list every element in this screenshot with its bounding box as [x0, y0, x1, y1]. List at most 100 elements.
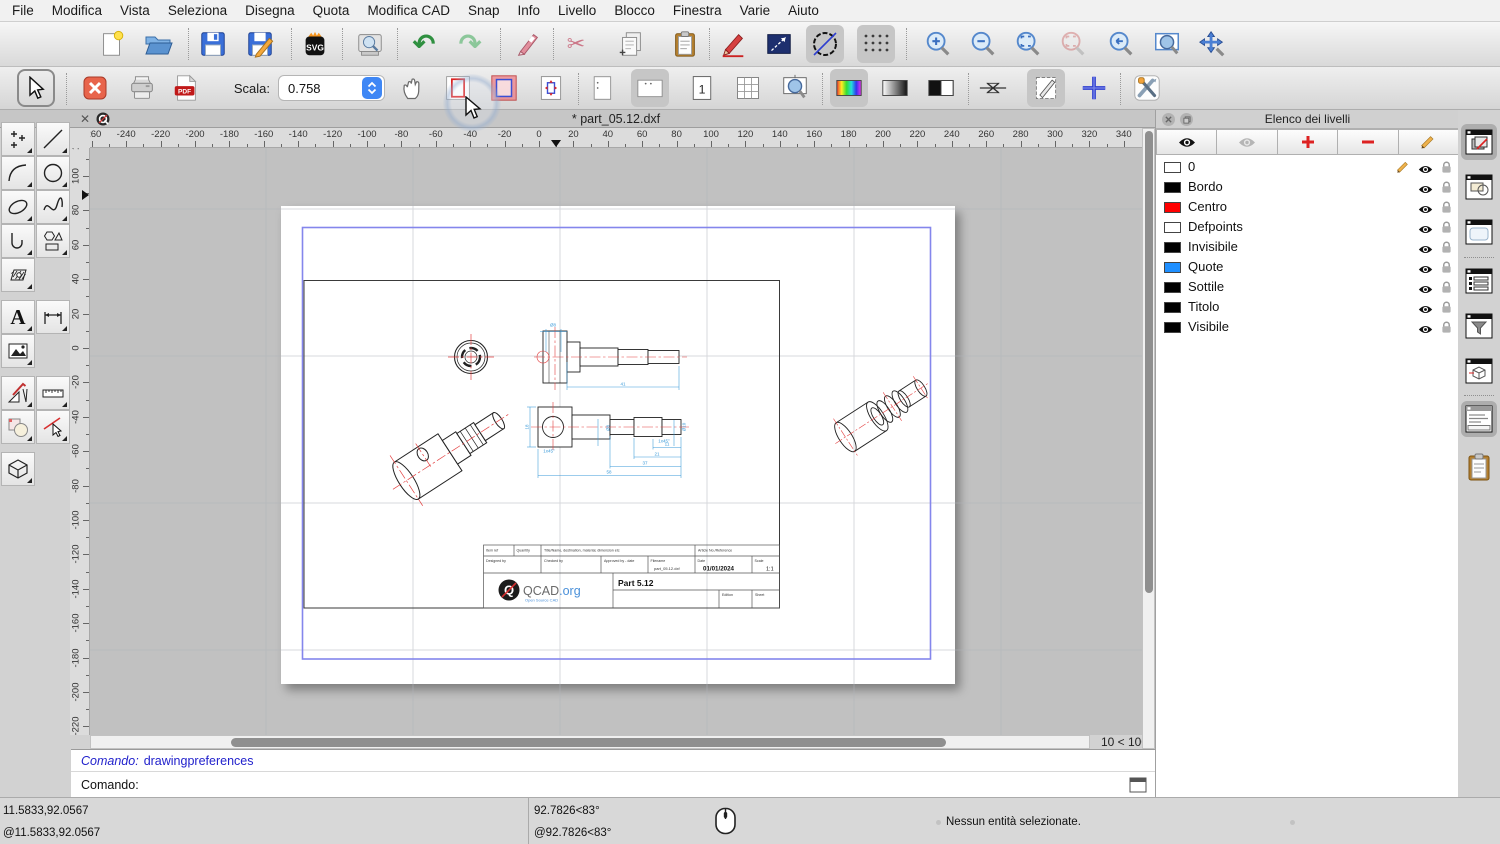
- add-layer-button[interactable]: [1277, 129, 1339, 155]
- layer-row-defpoints[interactable]: Defpoints: [1156, 217, 1459, 237]
- layer-panel-toggle[interactable]: [1461, 124, 1497, 160]
- clipboard-panel-toggle[interactable]: [1461, 449, 1497, 485]
- paper-outline-toggle-button[interactable]: [439, 69, 477, 107]
- library-panel-toggle[interactable]: [1461, 353, 1497, 389]
- menu-item-disegna[interactable]: Disegna: [236, 3, 304, 18]
- zoom-to-page-button[interactable]: [776, 69, 814, 107]
- undo-button[interactable]: ↶: [405, 25, 443, 63]
- auto-fit-drawing-button[interactable]: [532, 69, 570, 107]
- layer-row-titolo[interactable]: Titolo: [1156, 297, 1459, 317]
- layer-lock-icon[interactable]: [1441, 320, 1452, 339]
- menu-item-info[interactable]: Info: [509, 3, 550, 18]
- menu-item-vista[interactable]: Vista: [111, 3, 159, 18]
- print-button[interactable]: [123, 69, 161, 107]
- open-document-button[interactable]: [139, 25, 177, 63]
- zoom-out-button[interactable]: [964, 25, 1002, 63]
- drafting-mode-button[interactable]: [1027, 69, 1065, 107]
- horizontal-scrollbar-thumb[interactable]: [231, 738, 946, 747]
- boolean-tool-button[interactable]: [1, 410, 35, 444]
- blackwhite-mode-button[interactable]: [922, 69, 960, 107]
- copy-button[interactable]: [612, 25, 650, 63]
- zoom-in-button[interactable]: [919, 25, 957, 63]
- ellipse-tool-button[interactable]: [1, 190, 35, 224]
- menu-item-modifica[interactable]: Modifica: [43, 3, 111, 18]
- zoom-selection-button[interactable]: [1054, 25, 1092, 63]
- document-tab-title[interactable]: * part_05.12.dxf: [90, 112, 1142, 126]
- svg-export-button[interactable]: SVG: [296, 25, 334, 63]
- menu-item-varie[interactable]: Varie: [731, 3, 780, 18]
- full-color-mode-button[interactable]: [830, 69, 868, 107]
- menu-item-blocco[interactable]: Blocco: [605, 3, 664, 18]
- circle-tool-button[interactable]: [36, 156, 70, 190]
- menu-item-file[interactable]: File: [3, 3, 43, 18]
- modify-tool-button[interactable]: [1, 376, 35, 410]
- zoom-window-button[interactable]: [1148, 25, 1186, 63]
- remove-layer-button[interactable]: [1338, 129, 1399, 155]
- menu-item-aiuto[interactable]: Aiuto: [779, 3, 828, 18]
- property-panel-toggle[interactable]: [1461, 263, 1497, 299]
- new-document-button[interactable]: [93, 25, 131, 63]
- image-tool-button[interactable]: [1, 334, 35, 368]
- menu-item-livello[interactable]: Livello: [549, 3, 605, 18]
- close-preview-button[interactable]: [76, 69, 114, 107]
- command-input[interactable]: [144, 774, 1129, 795]
- drawing-canvas[interactable]: Item ref Quantity Title/Name, destinatio…: [90, 148, 1142, 735]
- edit-layer-button[interactable]: [1398, 129, 1460, 155]
- pan-zoom-button[interactable]: [1193, 25, 1231, 63]
- menu-item-snap[interactable]: Snap: [459, 3, 509, 18]
- pan-hand-button[interactable]: [394, 69, 432, 107]
- point-tool-button[interactable]: [1, 122, 35, 156]
- zoom-previous-button[interactable]: [1102, 25, 1140, 63]
- single-page-button[interactable]: 1: [683, 69, 721, 107]
- menu-item-modifica-cad[interactable]: Modifica CAD: [358, 3, 459, 18]
- multi-page-button[interactable]: [729, 69, 767, 107]
- stepper-icon[interactable]: [362, 77, 382, 99]
- menu-item-seleziona[interactable]: Seleziona: [159, 3, 236, 18]
- show-all-layers-button[interactable]: [1156, 129, 1218, 155]
- preferences-tools-button[interactable]: [1128, 69, 1166, 107]
- layer-row-0[interactable]: 0: [1156, 157, 1459, 177]
- zoom-auto-button[interactable]: [1009, 25, 1047, 63]
- block-panel-toggle[interactable]: [1461, 169, 1497, 205]
- grayscale-mode-button[interactable]: [876, 69, 914, 107]
- hide-all-layers-button[interactable]: [1217, 129, 1278, 155]
- selection-pointer-button[interactable]: [17, 69, 55, 107]
- layer-row-invisibile[interactable]: Invisibile: [1156, 237, 1459, 257]
- portrait-button[interactable]: [583, 69, 621, 107]
- arc-tool-button[interactable]: [1, 156, 35, 190]
- spline-tool-button[interactable]: [36, 190, 70, 224]
- layer-row-centro[interactable]: Centro: [1156, 197, 1459, 217]
- paste-button[interactable]: [666, 25, 704, 63]
- selection-filter-panel-toggle[interactable]: [1461, 308, 1497, 344]
- menu-item-quota[interactable]: Quota: [304, 3, 359, 18]
- grid-toggle-button[interactable]: [857, 25, 895, 63]
- scale-reference-button[interactable]: [760, 25, 798, 63]
- hatch-tool-button[interactable]: [1, 258, 35, 292]
- layer-visibility-eye-icon[interactable]: [1418, 322, 1433, 340]
- margins-toggle-button[interactable]: [485, 69, 523, 107]
- view-panel-toggle[interactable]: [1461, 214, 1497, 250]
- cut-button[interactable]: ✂: [557, 25, 595, 63]
- layer-row-bordo[interactable]: Bordo: [1156, 177, 1459, 197]
- measure-tool-button[interactable]: [36, 376, 70, 410]
- delete-button[interactable]: [509, 25, 547, 63]
- print-preview-button[interactable]: [351, 25, 389, 63]
- trim-tool-button[interactable]: [36, 410, 70, 444]
- layer-row-visibile[interactable]: Visibile: [1156, 317, 1459, 337]
- save-button[interactable]: [194, 25, 232, 63]
- save-as-button[interactable]: [241, 25, 279, 63]
- text-tool-button[interactable]: A: [1, 300, 35, 334]
- redo-button[interactable]: ↷: [451, 25, 489, 63]
- vertical-scrollbar[interactable]: [1142, 128, 1155, 749]
- layer-row-quote[interactable]: Quote: [1156, 257, 1459, 277]
- dimension-tool-button[interactable]: [36, 300, 70, 334]
- pdf-export-button[interactable]: PDF: [167, 69, 205, 107]
- command-line-panel-toggle[interactable]: [1461, 401, 1497, 437]
- horizontal-scrollbar[interactable]: [90, 735, 1090, 749]
- line-tool-button[interactable]: [36, 122, 70, 156]
- iso-projection-button[interactable]: [1, 452, 35, 486]
- command-options-icon[interactable]: [1129, 777, 1147, 793]
- property-edit-button[interactable]: [714, 25, 752, 63]
- polyline-tool-button[interactable]: [1, 224, 35, 258]
- vertical-scrollbar-thumb[interactable]: [1145, 131, 1153, 593]
